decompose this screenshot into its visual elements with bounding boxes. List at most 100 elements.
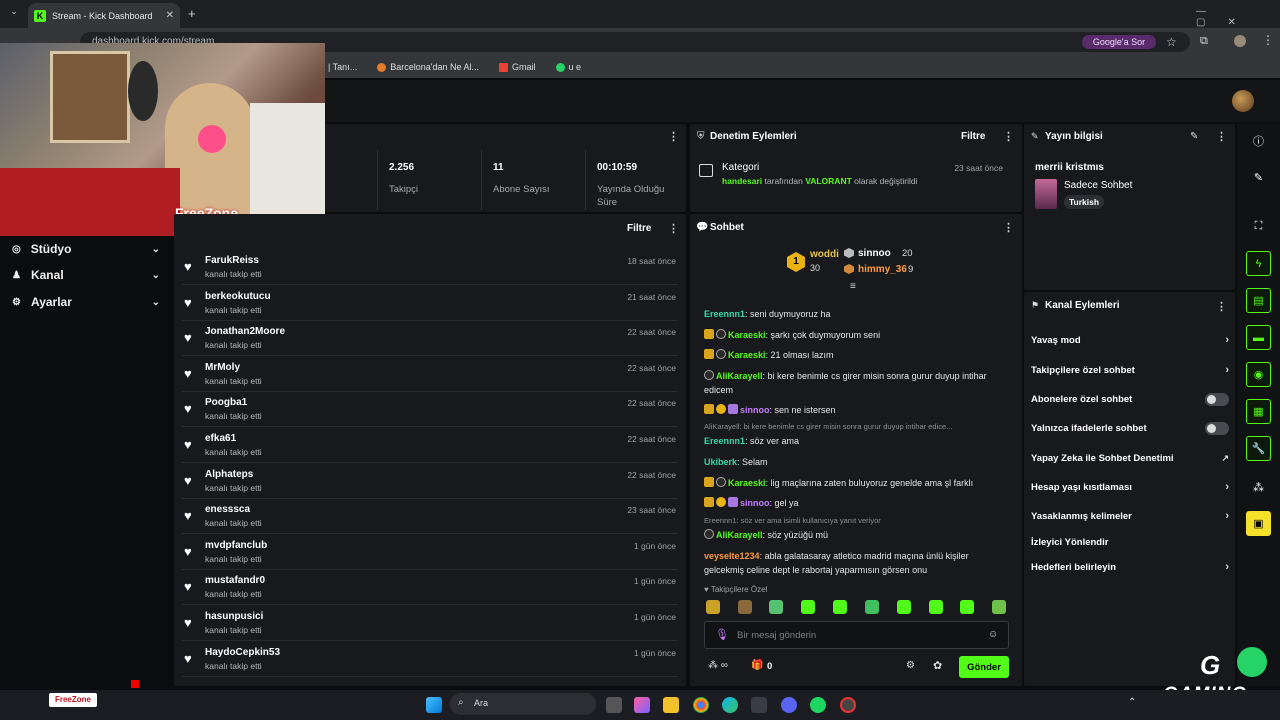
emote-icon[interactable] [897,600,911,614]
channel-action-item[interactable]: Hedefleri belirleyin › [1031,558,1229,576]
close-tab-icon[interactable]: ✕ [166,10,174,21]
info-icon[interactable]: ⓘ [1246,128,1271,153]
follower-row[interactable]: ♥ berkeokutucu kanalı takip etti 21 saat ön… [182,286,678,321]
chat-reply-preview[interactable]: Ereennn1: söz ver ama isimli kullanıcıya… [704,516,1004,525]
clip-icon[interactable]: ▣ [1246,511,1271,536]
chat-message[interactable]: sinnoo: sen ne istersen [704,403,1009,417]
edge-icon[interactable] [722,697,738,713]
chat-menu-icon[interactable]: ⋮ [1003,221,1014,234]
third-gifter-name[interactable]: himmy_36 [858,264,907,275]
chat-message[interactable]: AliKarayell: söz yüzüğü mü [704,528,1009,542]
chat-message[interactable]: Ukiberk: Selam [704,455,1009,469]
whatsapp-float-icon[interactable] [1237,647,1267,677]
stream-info-menu-icon[interactable]: ⋮ [1216,130,1227,143]
emote-icon[interactable] [706,600,720,614]
channel-action-item[interactable]: Yalnızca ifadelerle sohbet [1031,419,1229,437]
chat-username[interactable]: veyselte1234 [704,551,760,561]
emote-icon[interactable] [738,600,752,614]
quick-action-broadcast-icon[interactable]: ◉ [1246,362,1271,387]
emote-icon[interactable] [929,600,943,614]
quick-action-notes-icon[interactable]: ▤ [1246,288,1271,313]
browser-tab[interactable]: K Stream - Kick Dashboard ✕ [28,3,180,28]
tray-chevron-icon[interactable]: ⌃ [1128,697,1136,708]
windows-start-icon[interactable] [426,697,442,713]
feed-menu-icon[interactable]: ⋮ [668,222,679,235]
window-controls[interactable]: —▢✕ [1196,6,1280,28]
follower-name[interactable]: enesssca [205,504,250,515]
quick-action-lightning-icon[interactable]: ϟ [1246,251,1271,276]
bookmark-star-icon[interactable]: ☆ [1166,35,1177,49]
chat-message[interactable]: Karaeski: 21 olması lazım [704,348,1009,362]
follower-name[interactable]: berkeokutucu [205,291,271,302]
chat-username[interactable]: Karaeski [728,478,766,488]
toggle-switch[interactable] [1205,392,1229,406]
channel-action-item[interactable]: Hesap yaşı kısıtlaması › [1031,478,1229,496]
follower-row[interactable]: ♥ MrMoly kanalı takip etti 22 saat önce [182,357,678,392]
emote-icon[interactable] [769,600,783,614]
follower-row[interactable]: ♥ Poogba1 kanalı takip etti 22 saat önce [182,392,678,427]
quick-action-chat-icon[interactable]: ▬ [1246,325,1271,350]
emote-icon[interactable] [865,600,879,614]
share-icon[interactable]: ⁂ [1246,475,1271,500]
copilot-icon[interactable] [634,697,650,713]
profile-icon[interactable] [1234,35,1246,47]
chat-username[interactable]: sinnoo [740,405,770,415]
chat-username[interactable]: Karaeski [728,350,766,360]
follower-row[interactable]: ♥ efka61 kanalı takip etti 22 saat önce [182,428,678,463]
tab-search-icon[interactable]: ⌄ [6,6,22,22]
obs-icon[interactable] [840,697,856,713]
chat-message[interactable]: veyselte1234: abla galatasaray atletico … [704,549,1009,577]
chat-username[interactable]: Ereennn1 [704,309,745,319]
moderation-filter-button[interactable]: Filtre [961,131,985,142]
follower-name[interactable]: hasunpusici [205,611,263,622]
store-icon[interactable] [751,697,767,713]
emoji-icon[interactable]: ☺ [988,629,998,640]
chat-username[interactable]: AliKarayell [716,371,763,381]
channel-action-item[interactable]: Yasaklanmış kelimeler › [1031,507,1229,525]
emote-icon[interactable] [960,600,974,614]
nav-channel[interactable]: ♟ Kanal ⌄ [12,265,160,285]
follower-row[interactable]: ♥ Alphateps kanalı takip etti 22 saat önce [182,464,678,499]
follower-row[interactable]: ♥ Jonathan2Moore kanalı takip etti 22 saat … [182,321,678,356]
chat-message[interactable]: Ereennn1: söz ver ama [704,434,1009,448]
follower-row[interactable]: ♥ FarukReiss kanalı takip etti 18 saat önce [182,250,678,285]
nav-settings[interactable]: ⚙ Ayarlar ⌄ [12,292,160,312]
chrome-icon[interactable] [693,697,709,713]
chat-username[interactable]: Ereennn1 [704,436,745,446]
file-explorer-icon[interactable] [663,697,679,713]
follower-row[interactable]: ♥ enesssca kanalı takip etti 23 saat önce [182,499,678,534]
user-avatar[interactable] [1232,90,1254,112]
chat-reply-preview[interactable]: AliKarayell: bi kere benimle cs girer mi… [704,422,1004,431]
channel-actions-menu-icon[interactable]: ⋮ [1216,300,1227,313]
follower-row[interactable]: ♥ mustafandr0 kanalı takip etti 1 gün önce [182,570,678,605]
chat-username[interactable]: AliKarayell [716,530,763,540]
stream-category[interactable]: Sadece Sohbet [1064,180,1132,191]
browser-menu-icon[interactable]: ⋮ [1262,33,1274,47]
popout-icon[interactable]: ⛶ [1246,214,1271,239]
chat-username[interactable]: Karaeski [728,330,766,340]
emote-icon[interactable] [833,600,847,614]
bookmark-item[interactable]: u e [555,62,581,72]
channel-action-item[interactable]: Takipçilere özel sohbet › [1031,361,1229,379]
chat-message[interactable]: Ereennn1: seni duymuyoruz ha [704,307,1009,321]
chat-username[interactable]: Ukiberk [704,457,737,467]
bookmark-item[interactable]: Gmail [498,62,536,72]
discord-icon[interactable] [781,697,797,713]
follower-row[interactable]: ♥ mvdpfanclub kanalı takip etti 1 gün önce [182,535,678,570]
google-sor-button[interactable]: Google'a Sor [1082,35,1156,49]
chat-message[interactable]: sinnoo: gel ya [704,496,1009,510]
follower-name[interactable]: Alphateps [205,469,253,480]
toggle-switch[interactable] [1205,421,1229,435]
viewers-infinity-icon[interactable]: ⁂ ∞ [708,660,728,671]
follower-name[interactable]: mvdpfanclub [205,540,267,551]
follower-name[interactable]: HaydoCepkin53 [205,647,280,658]
microphone-icon[interactable]: 🎙 [715,628,729,641]
top-gifter-name[interactable]: woddi [810,249,839,260]
send-button[interactable]: Gönder [959,656,1009,678]
chat-message[interactable]: Karaeski: lig maçlarına zaten buluyoruz … [704,476,1009,490]
follower-name[interactable]: Poogba1 [205,397,247,408]
nav-studio[interactable]: ◎ Stüdyo ⌄ [12,239,160,259]
second-gifter-name[interactable]: sinnoo [858,248,891,259]
follower-row[interactable]: ♥ HaydoCepkin53 kanalı takip etti 1 gün önc… [182,642,678,677]
chat-settings-icon[interactable]: ⚙ [906,660,915,671]
